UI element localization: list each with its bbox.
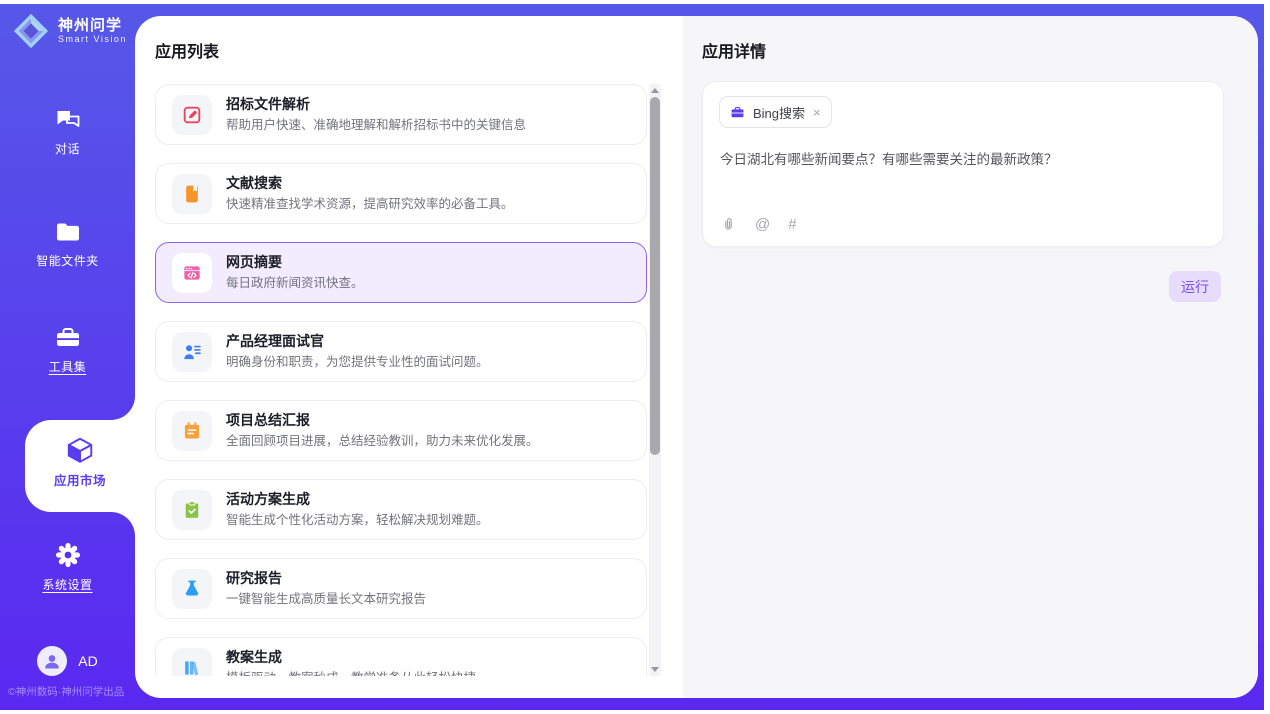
sidebar-item-chat[interactable]: 对话: [0, 106, 135, 157]
run-button[interactable]: 运行: [1169, 271, 1221, 302]
sidebar-item-smart-folder[interactable]: 智能文件夹: [0, 218, 135, 269]
app-card-title: 文献搜索: [226, 175, 514, 192]
app-card-desc: 快速精准查找学术资源，提高研究效率的必备工具。: [226, 197, 514, 212]
app-card-title: 活动方案生成: [226, 491, 489, 508]
app-card-title: 招标文件解析: [226, 96, 526, 113]
app-list-scrollbar[interactable]: [649, 84, 661, 676]
app-card-desc: 每日政府新闻资讯快查。: [226, 276, 364, 291]
gear-icon: [53, 540, 83, 570]
copyright-text: ©神州数码·神州问学出品: [8, 684, 124, 699]
at-sign-icon[interactable]: @: [755, 216, 770, 233]
sidebar-item-toolset[interactable]: 工具集: [0, 324, 135, 375]
hash-icon[interactable]: #: [788, 216, 796, 233]
app-card-research-report[interactable]: 研究报告 一键智能生成高质量长文本研究报告: [155, 558, 647, 619]
close-icon[interactable]: ×: [813, 106, 821, 119]
scroll-up-icon[interactable]: [651, 88, 659, 93]
user-account[interactable]: AD: [0, 646, 135, 676]
paperclip-icon[interactable]: [720, 216, 737, 233]
user-name: AD: [78, 653, 97, 669]
app-card-title: 研究报告: [226, 570, 426, 587]
app-card-desc: 一键智能生成高质量长文本研究报告: [226, 592, 426, 607]
app-card-literature-search[interactable]: 文献搜索 快速精准查找学术资源，提高研究效率的必备工具。: [155, 163, 647, 224]
attachment-toolbar: @ #: [720, 216, 797, 233]
app-card-desc: 全面回顾项目进展，总结经验教训，助力未来优化发展。: [226, 434, 539, 449]
brand-name: 神州问学: [58, 18, 127, 35]
toolbox-icon: [54, 324, 82, 352]
tool-tag-bing-search: Bing搜索 ×: [719, 96, 832, 128]
app-card-title: 网页摘要: [226, 254, 364, 271]
app-card-title: 产品经理面试官: [226, 333, 489, 350]
app-card-desc: 智能生成个性化活动方案，轻松解决规划难题。: [226, 513, 489, 528]
sidebar-item-app-market[interactable]: 应用市场: [25, 420, 135, 512]
app-card-bid-parse[interactable]: 招标文件解析 帮助用户快速、准确地理解和解析招标书中的关键信息: [155, 84, 647, 145]
app-list-title: 应用列表: [155, 38, 219, 62]
sidebar-item-settings[interactable]: 系统设置: [0, 540, 135, 593]
prompt-input[interactable]: 今日湖北有哪些新闻要点？有哪些需要关注的最新政策？: [720, 150, 1207, 170]
active-item-top-fillet: [111, 396, 135, 420]
app-card-title: 项目总结汇报: [226, 412, 539, 429]
scroll-down-icon[interactable]: [651, 667, 659, 672]
cube-icon: [65, 435, 95, 465]
app-card-desc: 明确身份和职责，为您提供专业性的面试问题。: [226, 355, 489, 370]
app-list: 招标文件解析 帮助用户快速、准确地理解和解析招标书中的关键信息 文献搜索 快速精…: [155, 84, 647, 676]
folder-icon: [54, 218, 82, 246]
tool-tag-label: Bing搜索: [753, 103, 805, 122]
active-item-bottom-fillet: [111, 512, 135, 536]
app-card-event-plan[interactable]: 活动方案生成 智能生成个性化活动方案，轻松解决规划难题。: [155, 479, 647, 540]
interviewer-icon: [172, 332, 212, 372]
app-detail-title: 应用详情: [702, 38, 766, 62]
app-card-desc: 模板驱动，教案秒成，教学准备从此轻松快捷: [226, 671, 476, 676]
browser-code-icon: [172, 253, 212, 293]
app-card-title: 教案生成: [226, 649, 476, 666]
brand-tagline: Smart Vision: [58, 34, 127, 44]
prompt-card: Bing搜索 × 今日湖北有哪些新闻要点？有哪些需要关注的最新政策？ @ #: [702, 81, 1224, 247]
calendar-note-icon: [172, 411, 212, 451]
gem-logo-icon: [12, 12, 50, 50]
avatar: [37, 646, 67, 676]
chat-bubble-icon: [54, 106, 82, 134]
research-flask-icon: [172, 569, 212, 609]
briefcase-icon: [730, 105, 745, 120]
clipboard-check-icon: [172, 490, 212, 530]
scrollbar-thumb[interactable]: [650, 97, 660, 455]
app-card-web-summary[interactable]: 网页摘要 每日政府新闻资讯快查。: [155, 242, 647, 303]
app-card-lesson-plan[interactable]: 教案生成 模板驱动，教案秒成，教学准备从此轻松快捷: [155, 637, 647, 676]
book-icon: [172, 174, 212, 214]
pen-square-icon: [172, 95, 212, 135]
brand-logo: 神州问学 Smart Vision: [12, 12, 127, 50]
app-card-pm-interviewer[interactable]: 产品经理面试官 明确身份和职责，为您提供专业性的面试问题。: [155, 321, 647, 382]
app-window: 神州问学 Smart Vision 对话 智能文件夹 工具集: [0, 0, 1270, 714]
app-card-project-summary[interactable]: 项目总结汇报 全面回顾项目进展，总结经验教训，助力未来优化发展。: [155, 400, 647, 461]
books-icon: [172, 648, 212, 677]
person-icon: [42, 651, 62, 671]
app-card-desc: 帮助用户快速、准确地理解和解析招标书中的关键信息: [226, 118, 526, 133]
